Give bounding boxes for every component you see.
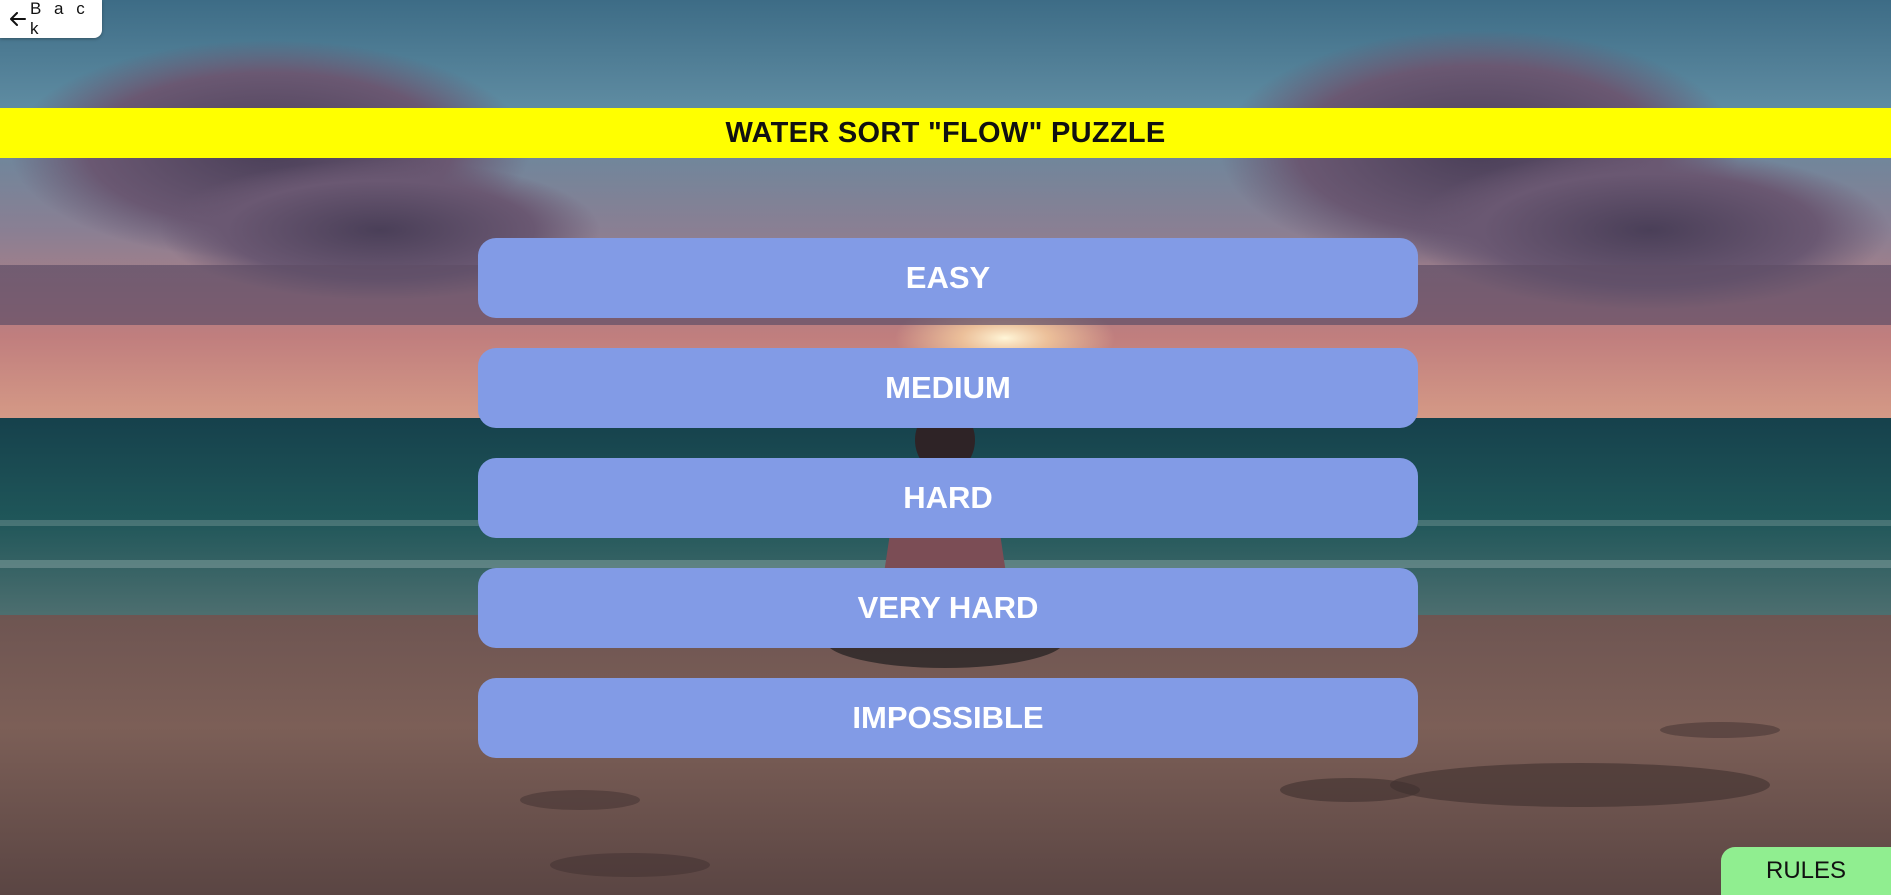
title-banner: WATER SORT "FLOW" PUZZLE [0, 108, 1891, 158]
level-button-impossible[interactable]: IMPOSSIBLE [478, 678, 1418, 758]
level-button-hard[interactable]: HARD [478, 458, 1418, 538]
back-button[interactable]: B a c k [0, 0, 102, 38]
level-button-medium[interactable]: MEDIUM [478, 348, 1418, 428]
level-menu: EASY MEDIUM HARD VERY HARD IMPOSSIBLE [478, 238, 1418, 788]
arrow-left-icon [10, 12, 26, 26]
back-button-label: B a c k [30, 0, 89, 38]
level-button-very-hard[interactable]: VERY HARD [478, 568, 1418, 648]
page-title: WATER SORT "FLOW" PUZZLE [725, 116, 1166, 149]
rules-button[interactable]: RULES [1721, 847, 1891, 895]
level-button-easy[interactable]: EASY [478, 238, 1418, 318]
